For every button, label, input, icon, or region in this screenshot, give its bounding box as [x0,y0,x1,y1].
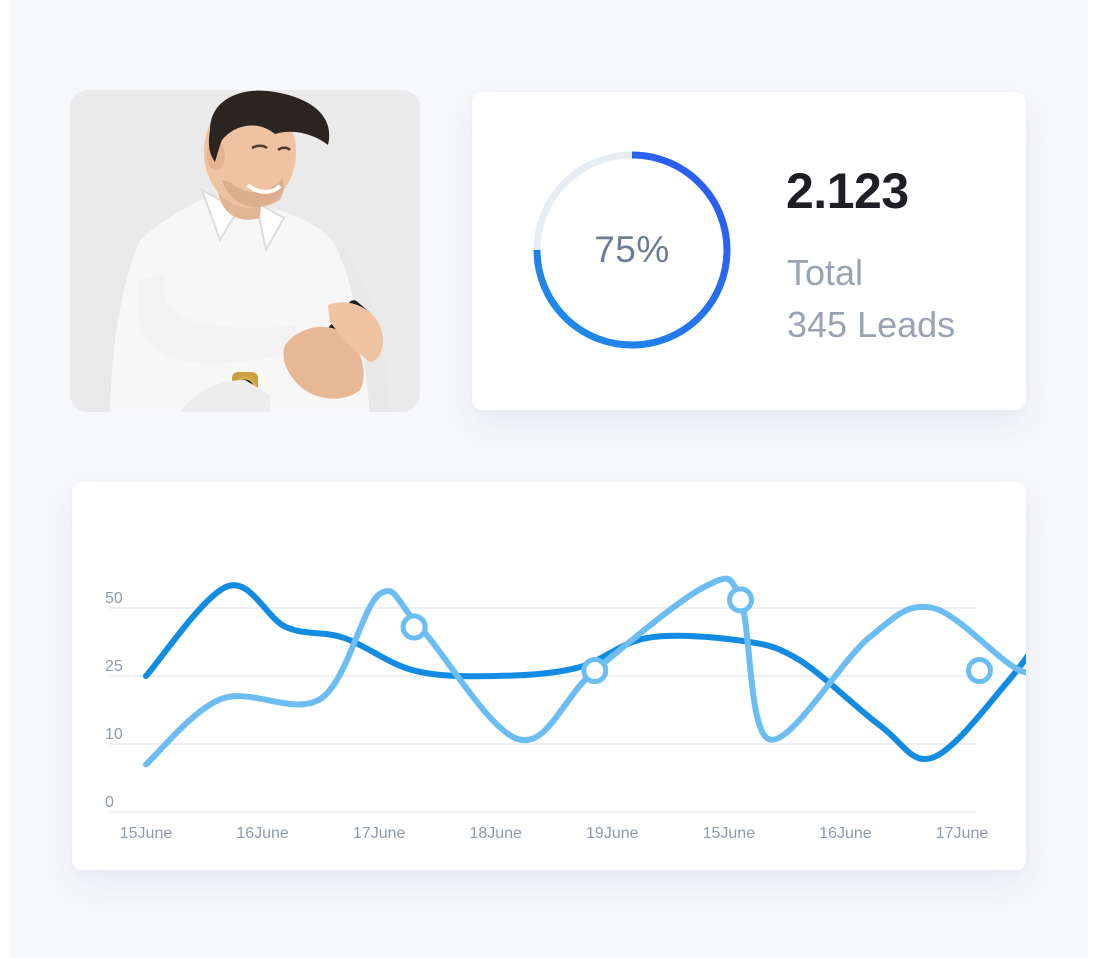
leads-stats-card: 75% 2.123 Total 345 Leads [472,92,1026,410]
y-axis-ticks: 0 10 25 50 [105,590,123,811]
x-tick-label: 15June [703,825,756,842]
man-with-phone-illustration [70,90,420,412]
x-tick-label: 16June [236,825,289,842]
x-tick-label: 15June [120,825,173,842]
x-tick-label: 17June [936,825,989,842]
line-chart-card: 0 10 25 50 15June 16June 17June 18June 19June 15… [72,482,1026,870]
data-point-marker [400,613,428,641]
profile-photo [70,90,420,412]
y-tick-label: 25 [105,658,123,675]
x-tick-label: 16June [819,825,872,842]
y-tick-label: 0 [105,794,114,811]
x-tick-label: 17June [353,825,406,842]
chart-gridlines [110,607,976,813]
line-chart: 0102550 15June 16June 17June 18June 19June 15… [105,575,1026,842]
total-label: Total [787,252,864,293]
total-value: 2.123 [786,163,909,219]
progress-percent-label: 75% [594,229,670,270]
x-tick-label: 19June [586,825,639,842]
y-tick-label: 10 [105,726,123,743]
progress-ring: 75% [530,148,734,352]
data-point-marker [965,657,993,685]
y-tick-label: 50 [105,590,123,607]
x-axis-ticks: 15June 16June 17June 18June 19June 15June 16Ju… [120,825,989,842]
x-tick-label: 18June [469,825,522,842]
data-point-marker [581,657,609,685]
data-point-marker [727,586,755,614]
leads-count-label: 345 Leads [787,304,956,345]
